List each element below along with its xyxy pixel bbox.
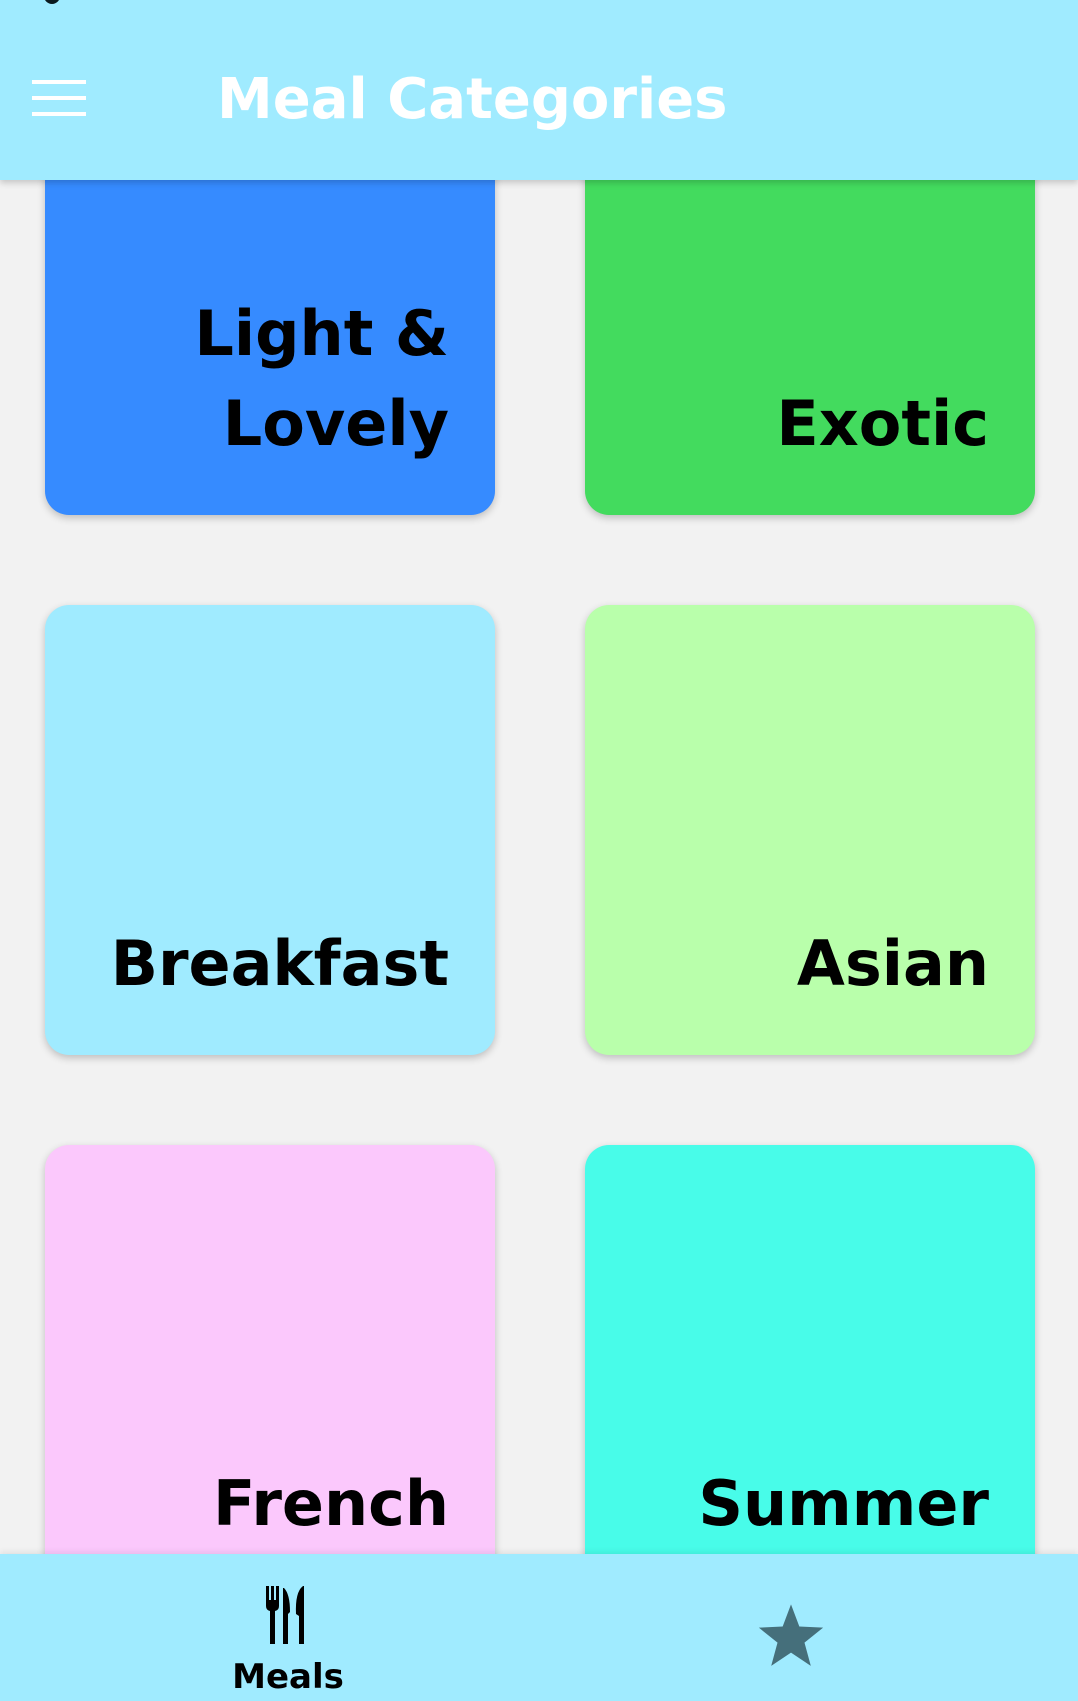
category-label: Light & Lovely bbox=[194, 297, 449, 460]
category-label: Exotic bbox=[776, 387, 989, 460]
category-card-breakfast[interactable]: Breakfast bbox=[45, 605, 495, 1055]
category-label: Summer bbox=[698, 1467, 989, 1540]
tab-meals[interactable]: Meals bbox=[0, 1554, 539, 1701]
bottom-tab-bar: Meals bbox=[0, 1554, 1078, 1701]
category-card-asian[interactable]: Asian bbox=[585, 605, 1035, 1055]
tab-favorites[interactable] bbox=[539, 1554, 1078, 1701]
status-bar-indicator bbox=[44, 0, 60, 4]
tab-meals-label: Meals bbox=[232, 1657, 344, 1697]
category-grid: Light & Lovely Exotic Breakfast Asian Fr… bbox=[0, 0, 1078, 1701]
cutlery-icon bbox=[266, 1586, 304, 1644]
hamburger-menu-icon bbox=[32, 80, 86, 116]
app-header: Meal Categories bbox=[0, 0, 1078, 180]
category-label: Breakfast bbox=[110, 927, 449, 1000]
page-title: Meal Categories bbox=[217, 67, 728, 132]
star-icon bbox=[758, 1604, 824, 1666]
category-label: Asian bbox=[796, 927, 989, 1000]
category-card-summer[interactable]: Summer bbox=[585, 1145, 1035, 1595]
category-label: French bbox=[212, 1467, 449, 1540]
category-card-french[interactable]: French bbox=[45, 1145, 495, 1595]
app-screen: Light & Lovely Exotic Breakfast Asian Fr… bbox=[0, 0, 1078, 1701]
menu-button[interactable] bbox=[22, 61, 96, 135]
